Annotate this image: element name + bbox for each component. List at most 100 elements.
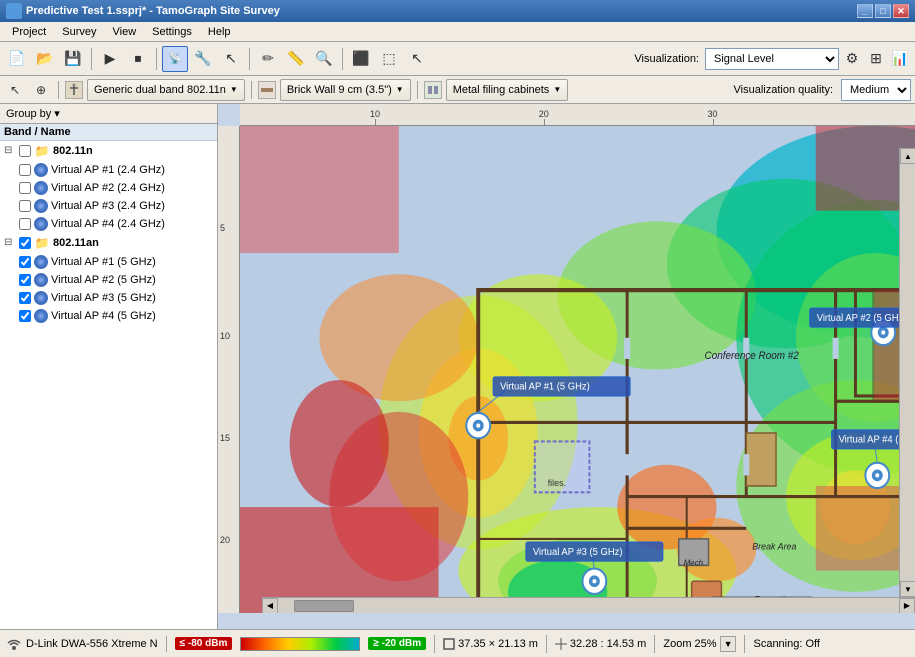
minimize-button[interactable]: _ [857,4,873,18]
expand-80211an[interactable]: ⊟ [4,237,16,249]
band-name-header: Band / Name [0,124,217,141]
pointer-button[interactable]: ↖ [404,46,430,72]
antenna-select-button[interactable]: Generic dual band 802.11n ▼ [87,79,245,101]
visualization-select[interactable]: Signal Level Signal-to-Noise Ratio PHY R… [705,48,839,70]
heatmap-svg: 10 m [240,126,915,613]
scroll-right-button[interactable]: ▶ [899,598,915,614]
dimensions-icon [443,638,455,650]
check-ap-80211n-2[interactable] [19,182,31,194]
scroll-thumb-h[interactable] [294,600,354,612]
svg-text:Break Area: Break Area [752,541,796,551]
signal-scale [240,637,360,651]
check-ap-80211n-4[interactable] [19,218,31,230]
svg-text:Mech.: Mech. [684,558,706,567]
check-ap-80211n-3[interactable] [19,200,31,212]
ap-80211n-1-icon [34,163,48,177]
sep-t2-3 [417,81,418,99]
map-container[interactable]: 10 20 30 5 10 15 20 [218,104,915,629]
open-button[interactable]: 📂 [32,46,58,72]
cursor-button[interactable]: ↖ [218,46,244,72]
scroll-up-button[interactable]: ▲ [900,148,915,164]
ap-80211an-3-icon [34,291,48,305]
ap-80211an-2-row[interactable]: Virtual AP #2 (5 GHz) [0,271,217,289]
wall-select-button[interactable]: Brick Wall 9 cm (3.5") ▼ [280,79,411,101]
select-arrow[interactable]: ↖ [4,79,26,101]
ap-80211an-3-label: Virtual AP #3 (5 GHz) [51,292,156,304]
ap-80211n-3-icon [34,199,48,213]
scrollbar-horizontal[interactable]: ◀ ▶ [262,597,915,613]
check-80211an[interactable] [19,237,31,249]
cursor-icon [555,638,567,650]
window-controls[interactable]: _ □ ✕ [857,4,909,18]
menu-survey[interactable]: Survey [54,25,104,39]
ap-80211n-4-row[interactable]: Virtual AP #4 (2.4 GHz) [0,215,217,233]
ap-80211an-1-label: Virtual AP #1 (5 GHz) [51,256,156,268]
antenna-dropdown-arrow: ▼ [230,85,238,94]
sep4 [342,48,343,70]
ap-80211an-2-label: Virtual AP #2 (5 GHz) [51,274,156,286]
title-bar: Predictive Test 1.ssprj* - TamoGraph Sit… [0,0,915,22]
antenna-label: Generic dual band 802.11n [94,84,226,96]
svg-text:Virtual AP #3 (5 GHz): Virtual AP #3 (5 GHz) [533,547,623,558]
check-ap-80211an-3[interactable] [19,292,31,304]
obstacle-select-button[interactable]: Metal filing cabinets ▼ [446,79,569,101]
device-name: D-Link DWA-556 Xtreme N [26,638,158,650]
main-toolbar: 📄 📂 💾 ▶ ⏹ 📡 🔧 ↖ ✏ 📏 🔍 ⬛ ⬚ ↖ Visualizatio… [0,42,915,76]
obstacle-label: Metal filing cabinets [453,84,550,96]
viz-toggle-button[interactable]: ⊞ [865,48,887,70]
band-80211an-row[interactable]: ⊟ 📁 802.11an [0,233,217,253]
folder-80211an-icon: 📁 [34,235,50,251]
save-button[interactable]: 💾 [60,46,86,72]
scroll-down-button[interactable]: ▼ [900,581,915,597]
menu-help[interactable]: Help [200,25,239,39]
wall-draw-button[interactable]: ⬛ [348,46,374,72]
quality-select[interactable]: Low Medium High [841,79,911,101]
ap-80211an-1-row[interactable]: Virtual AP #1 (5 GHz) [0,253,217,271]
ap-80211n-2-row[interactable]: Virtual AP #2 (2.4 GHz) [0,179,217,197]
svg-text:Virtual AP #2 (5 GHz): Virtual AP #2 (5 GHz) [817,313,907,324]
sep-s2 [546,635,547,653]
check-ap-80211an-4[interactable] [19,310,31,322]
maximize-button[interactable]: □ [875,4,891,18]
menu-project[interactable]: Project [4,25,54,39]
antenna-icon [65,81,83,99]
new-button[interactable]: 📄 [4,46,30,72]
ap-80211an-4-row[interactable]: Virtual AP #4 (5 GHz) [0,307,217,325]
menu-view[interactable]: View [105,25,145,39]
close-button[interactable]: ✕ [893,4,909,18]
play-button[interactable]: ▶ [97,46,123,72]
ap-button[interactable]: 🔧 [190,46,216,72]
ap-80211an-2-icon [34,273,48,287]
title-text: Predictive Test 1.ssprj* - TamoGraph Sit… [26,5,857,17]
export-button[interactable]: 📊 [889,48,911,70]
ap-80211n-1-row[interactable]: Virtual AP #1 (2.4 GHz) [0,161,217,179]
ruler-v-15: 15 [220,433,230,443]
ap-80211n-2-label: Virtual AP #2 (2.4 GHz) [51,182,165,194]
select2-arrow[interactable]: ⊕ [30,79,52,101]
map-viewport[interactable]: 10 m [240,126,915,613]
menu-settings[interactable]: Settings [144,25,200,39]
tick-h-20 [544,119,545,125]
predictive-button[interactable]: 📡 [162,46,188,72]
check-ap-80211n-1[interactable] [19,164,31,176]
expand-80211n[interactable]: ⊟ [4,145,16,157]
zoom-dropdown-button[interactable]: ▼ [720,636,737,652]
band-80211n-row[interactable]: ⊟ 📁 802.11n [0,141,217,161]
group-by-header[interactable]: Group by ▾ [0,104,217,124]
scroll-left-button[interactable]: ◀ [262,598,278,614]
scrollbar-vertical[interactable]: ▲ ▼ [899,148,915,597]
area-button[interactable]: ⬚ [376,46,402,72]
sidebar: Group by ▾ Band / Name ⊟ 📁 802.11n Virtu… [0,104,218,629]
select-button[interactable]: ✏ [255,46,281,72]
viz-settings-button[interactable]: ⚙ [841,48,863,70]
ap-80211n-3-label: Virtual AP #3 (2.4 GHz) [51,200,165,212]
ap-80211n-3-row[interactable]: Virtual AP #3 (2.4 GHz) [0,197,217,215]
stop-button[interactable]: ⏹ [125,46,151,72]
check-ap-80211an-1[interactable] [19,256,31,268]
check-80211n[interactable] [19,145,31,157]
measure-button[interactable]: 📏 [283,46,309,72]
check-ap-80211an-2[interactable] [19,274,31,286]
ap-80211an-3-row[interactable]: Virtual AP #3 (5 GHz) [0,289,217,307]
zoom-button[interactable]: 🔍 [311,46,337,72]
cursor-value: 32.28 : 14.53 m [570,638,646,650]
